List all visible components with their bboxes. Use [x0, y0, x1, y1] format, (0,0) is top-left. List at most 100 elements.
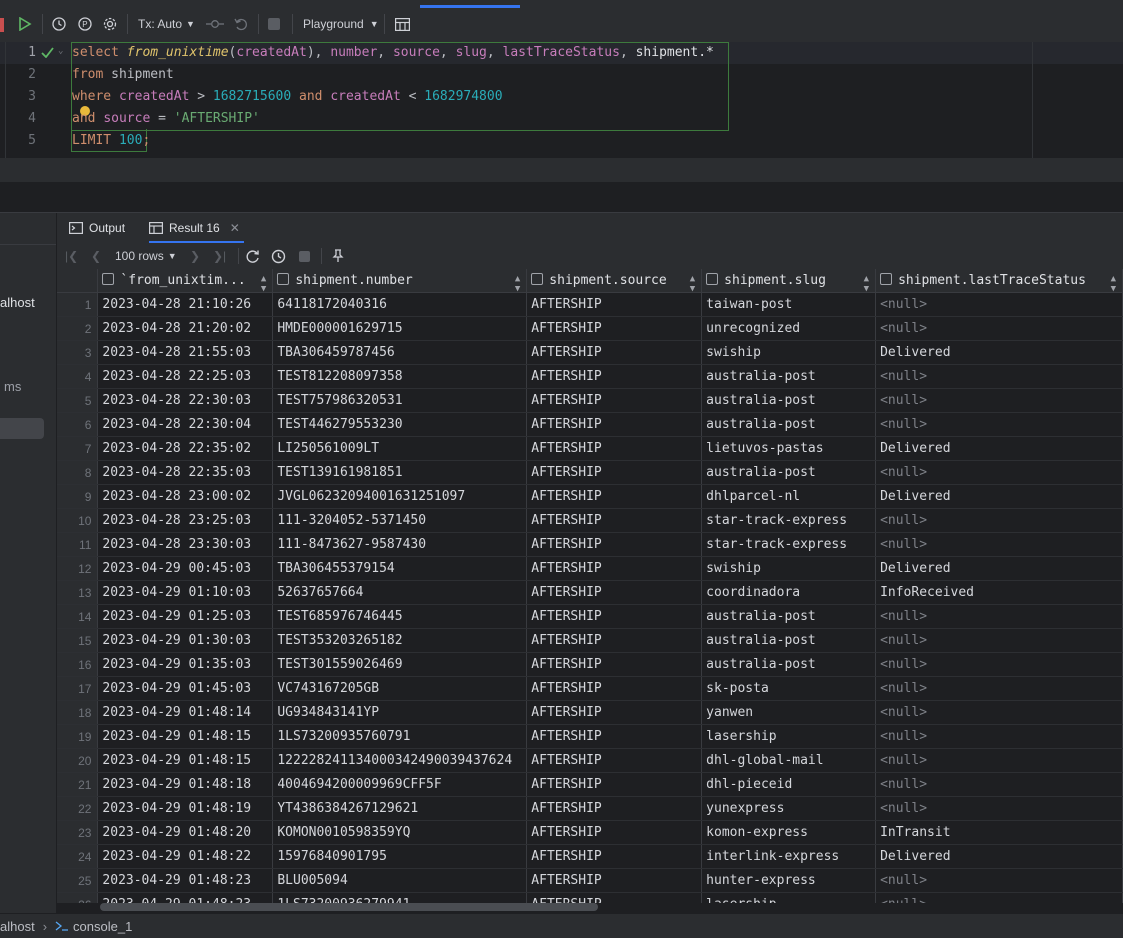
table-cell[interactable]: <null>: [875, 628, 1123, 653]
table-cell[interactable]: 2023-04-28 23:30:03: [97, 532, 274, 557]
horizontal-scrollbar[interactable]: [100, 903, 598, 911]
table-cell[interactable]: HMDE000001629715: [272, 316, 528, 341]
table-cell[interactable]: LI250561009LT: [272, 436, 528, 461]
table-row[interactable]: 7 2023-04-28 22:35:02 LI250561009LT AFTERSH…: [57, 436, 1123, 461]
sort-icon[interactable]: ▲ ▼: [864, 274, 869, 292]
table-cell[interactable]: australia-post: [701, 628, 877, 653]
table-cell[interactable]: TEST301559026469: [272, 652, 528, 677]
table-cell[interactable]: YT4386384267129621: [272, 796, 528, 821]
first-page-button[interactable]: |❮: [65, 245, 78, 267]
table-cell[interactable]: 2023-04-29 01:30:03: [97, 628, 274, 653]
table-cell[interactable]: coordinadora: [701, 580, 877, 605]
table-cell[interactable]: australia-post: [701, 604, 877, 629]
table-cell[interactable]: Delivered: [875, 844, 1123, 869]
table-cell[interactable]: KOMON0010598359YQ: [272, 820, 528, 845]
table-row[interactable]: 23 2023-04-29 01:48:20 KOMON0010598359YQ AF…: [57, 820, 1123, 845]
table-cell[interactable]: sk-posta: [701, 676, 877, 701]
sidebar-host-label[interactable]: alhost: [0, 295, 35, 310]
table-cell[interactable]: yunexpress: [701, 796, 877, 821]
table-cell[interactable]: 2023-04-29 01:35:03: [97, 652, 274, 677]
table-cell[interactable]: AFTERSHIP: [526, 580, 703, 605]
table-cell[interactable]: TEST446279553230: [272, 412, 528, 437]
table-cell[interactable]: australia-post: [701, 388, 877, 413]
table-cell[interactable]: interlink-express: [701, 844, 877, 869]
table-row[interactable]: 262023-04-29 01:48:231LS73200936279941AF…: [57, 892, 1123, 903]
table-cell[interactable]: AFTERSHIP: [526, 652, 703, 677]
table-row[interactable]: 9 2023-04-28 23:00:02 JVGL0623209400163125…: [57, 484, 1123, 509]
table-cell[interactable]: 1LS73200935760791: [272, 724, 528, 749]
table-cell[interactable]: AFTERSHIP: [526, 676, 703, 701]
table-cell[interactable]: 2023-04-28 22:25:03: [97, 364, 274, 389]
table-cell[interactable]: taiwan-post: [701, 292, 877, 317]
table-row[interactable]: 25 2023-04-29 01:48:23 BLU005094 AFTERSHIP h…: [57, 868, 1123, 893]
rollback-button[interactable]: [230, 13, 252, 35]
table-cell[interactable]: TEST757986320531: [272, 388, 528, 413]
tab-output[interactable]: Output: [69, 213, 125, 243]
table-cell[interactable]: 64118172040316: [272, 292, 528, 317]
table-cell[interactable]: BLU005094: [272, 868, 528, 893]
table-cell[interactable]: 4004694200009969CFF5F: [272, 772, 528, 797]
table-row[interactable]: 2 2023-04-28 21:20:02 HMDE000001629715 AFTE…: [57, 316, 1123, 341]
table-row[interactable]: 3 2023-04-28 21:55:03 TBA306459787456 AFTER…: [57, 340, 1123, 365]
table-cell[interactable]: AFTERSHIP: [526, 532, 703, 557]
table-cell[interactable]: 2023-04-29 01:48:19: [97, 796, 274, 821]
table-cell[interactable]: UG934843141YP: [272, 700, 528, 725]
table-cell[interactable]: 2023-04-29 00:45:03: [97, 556, 274, 581]
table-cell[interactable]: 2023-04-29 01:45:03: [97, 676, 274, 701]
table-cell[interactable]: 2023-04-29 01:48:15: [97, 724, 274, 749]
run-button[interactable]: [14, 13, 36, 35]
table-cell[interactable]: TEST812208097358: [272, 364, 528, 389]
breadcrumb-console[interactable]: console_1: [73, 919, 132, 934]
table-cell[interactable]: hunter-express: [701, 868, 877, 893]
table-cell[interactable]: star-track-express: [701, 532, 877, 557]
table-row[interactable]: 1 2023-04-28 21:10:26 64118172040316 AFTERS…: [57, 292, 1123, 317]
panel-splitter[interactable]: [0, 158, 1123, 182]
table-cell[interactable]: TBA306459787456: [272, 340, 528, 365]
table-cell[interactable]: AFTERSHIP: [526, 868, 703, 893]
table-cell[interactable]: 2023-04-29 01:48:23: [97, 868, 274, 893]
sort-icon[interactable]: ▲ ▼: [261, 274, 266, 292]
pin-tab-button[interactable]: [332, 245, 344, 267]
table-row[interactable]: 6 2023-04-28 22:30:04 TEST446279553230 AFTE…: [57, 412, 1123, 437]
settings-button[interactable]: [99, 13, 121, 35]
table-row[interactable]: 4 2023-04-28 22:25:03 TEST812208097358 AFTE…: [57, 364, 1123, 389]
table-row[interactable]: 17 2023-04-29 01:45:03 VC743167205GB AFTERS…: [57, 676, 1123, 701]
table-cell[interactable]: <null>: [875, 364, 1123, 389]
table-cell[interactable]: Delivered: [875, 556, 1123, 581]
table-cell[interactable]: 2023-04-28 22:35:03: [97, 460, 274, 485]
column-header[interactable]: `from_unixtim... ▲ ▼: [97, 269, 274, 293]
table-cell[interactable]: dhl-global-mail: [701, 748, 877, 773]
auto-refresh-button[interactable]: [271, 245, 286, 267]
table-cell[interactable]: australia-post: [701, 364, 877, 389]
table-cell[interactable]: AFTERSHIP: [526, 892, 703, 903]
prev-page-button[interactable]: ❮: [91, 245, 101, 267]
table-cell[interactable]: australia-post: [701, 412, 877, 437]
table-cell[interactable]: AFTERSHIP: [526, 796, 703, 821]
table-cell[interactable]: dhl-pieceid: [701, 772, 877, 797]
table-cell[interactable]: AFTERSHIP: [526, 844, 703, 869]
table-cell[interactable]: <null>: [875, 892, 1123, 903]
table-cell[interactable]: australia-post: [701, 460, 877, 485]
column-header[interactable]: shipment.slug ▲ ▼: [701, 269, 877, 293]
table-cell[interactable]: Delivered: [875, 340, 1123, 365]
table-row[interactable]: 13 2023-04-29 01:10:03 52637657664 AFTERSHI…: [57, 580, 1123, 605]
table-cell[interactable]: 52637657664: [272, 580, 528, 605]
table-cell[interactable]: InTransit: [875, 820, 1123, 845]
table-cell[interactable]: <null>: [875, 532, 1123, 557]
table-cell[interactable]: VC743167205GB: [272, 676, 528, 701]
table-cell[interactable]: AFTERSHIP: [526, 388, 703, 413]
table-row[interactable]: 12 2023-04-29 00:45:03 TBA306455379154 AFTE…: [57, 556, 1123, 581]
table-row[interactable]: 15 2023-04-29 01:30:03 TEST353203265182 AFT…: [57, 628, 1123, 653]
table-cell[interactable]: 2023-04-29 01:48:14: [97, 700, 274, 725]
table-cell[interactable]: 2023-04-29 01:48:23: [97, 892, 274, 903]
table-cell[interactable]: Delivered: [875, 484, 1123, 509]
table-cell[interactable]: 2023-04-28 23:00:02: [97, 484, 274, 509]
table-row[interactable]: 21 2023-04-29 01:48:18 4004694200009969CFF…: [57, 772, 1123, 797]
table-cell[interactable]: <null>: [875, 460, 1123, 485]
fold-chevron-icon[interactable]: ⌄: [58, 46, 63, 56]
sort-icon[interactable]: ▲ ▼: [515, 274, 520, 292]
tab-result-16[interactable]: Result 16 ✕: [149, 213, 244, 243]
explain-plan-button[interactable]: P: [74, 13, 96, 35]
table-cell[interactable]: AFTERSHIP: [526, 316, 703, 341]
table-cell[interactable]: 12222824113400034249003943762​4: [272, 748, 528, 773]
